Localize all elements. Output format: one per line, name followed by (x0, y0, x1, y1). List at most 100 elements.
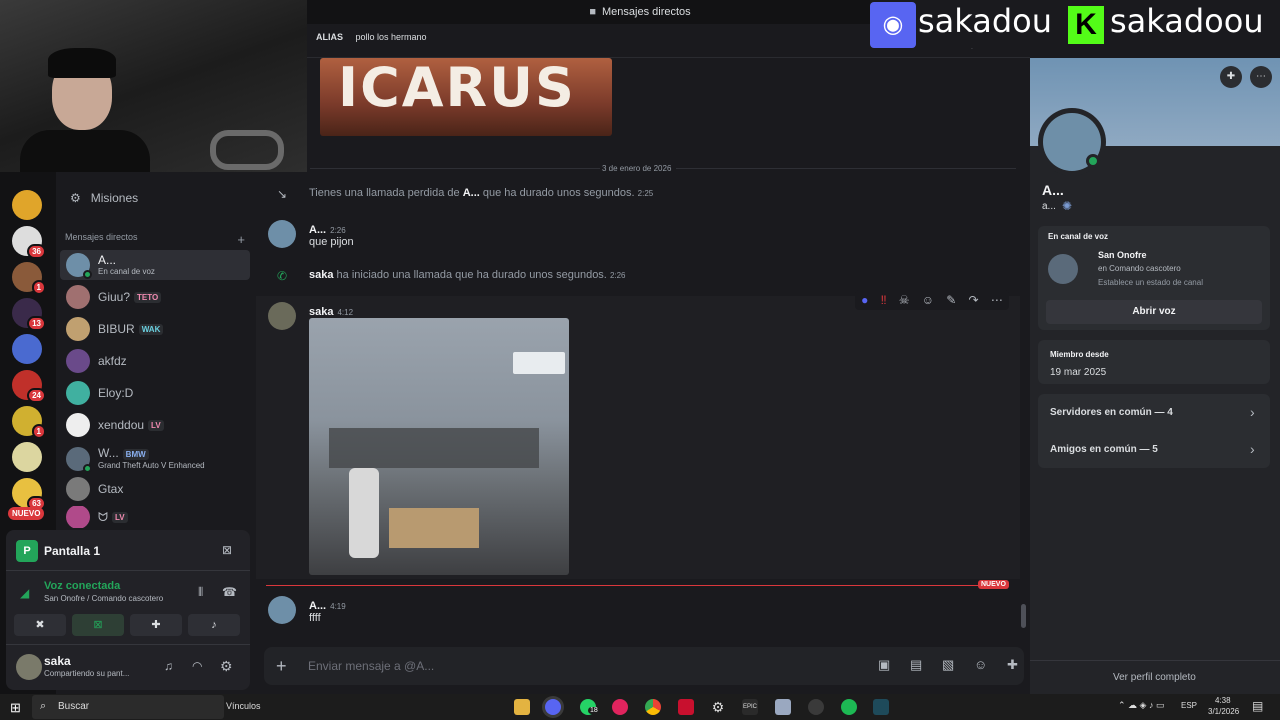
open-voice-button[interactable]: Abrir voz (1046, 300, 1262, 324)
more-icon[interactable]: ⋯ (1250, 66, 1272, 88)
air-conditioner (513, 352, 565, 374)
camera-off-button[interactable]: ✖ (14, 614, 66, 636)
message-input[interactable]: Enviar mensaje a @A... (308, 659, 434, 673)
game-launcher-icon[interactable] (678, 699, 694, 715)
voice-status-hint[interactable]: Establece un estado de canal (1098, 278, 1203, 287)
clock-time[interactable]: 4:38 (1215, 696, 1231, 705)
whatsapp-icon[interactable]: 18 (580, 699, 600, 715)
streamer-hair (48, 48, 116, 78)
divider (6, 644, 250, 645)
more-icon[interactable]: ⋯ (991, 293, 1003, 307)
activities-button[interactable]: ✚ (130, 614, 182, 636)
server-avatar (1048, 254, 1078, 284)
scrollbar[interactable] (1021, 604, 1026, 628)
server-icon[interactable] (12, 334, 42, 364)
sticker-icon[interactable]: ▧ (942, 657, 954, 673)
tray-icons[interactable]: ⌃ ☁ ◈ ♪ ▭ (1118, 700, 1164, 711)
add-attachment-icon[interactable]: + (276, 656, 287, 677)
caller-name[interactable]: A... (463, 187, 480, 199)
author-name[interactable]: A... (309, 600, 326, 612)
file-explorer-icon[interactable] (514, 699, 530, 715)
voice-status[interactable]: Voz conectada (44, 580, 120, 592)
dm-item[interactable]: Eloy:D (60, 378, 250, 408)
emoji-icon[interactable]: ☺ (974, 657, 987, 673)
alias-value[interactable]: pollo los hermano (356, 32, 427, 42)
dm-item[interactable]: BIBUR WAK (60, 314, 250, 344)
attached-photo[interactable] (309, 318, 569, 575)
server-icon[interactable]: 63 (12, 478, 46, 511)
apps-icon[interactable]: ✚ (1007, 657, 1018, 673)
add-friend-icon[interactable]: ✚ (1220, 66, 1242, 88)
gif-icon[interactable]: ▤ (910, 657, 922, 673)
dm-item[interactable]: Giuu? TETO (60, 282, 250, 312)
app-icon[interactable] (873, 699, 889, 715)
media-player-icon[interactable] (612, 699, 628, 715)
avatar (66, 506, 90, 528)
discord-app-icon[interactable] (545, 699, 561, 715)
chrome-icon[interactable] (645, 699, 661, 715)
app-icon[interactable] (775, 699, 791, 715)
windows-start-icon[interactable]: ⊞ (10, 700, 21, 716)
profile-name: A... (1042, 182, 1064, 198)
caller-name[interactable]: saka (309, 269, 333, 281)
user-name[interactable]: saka (44, 654, 71, 668)
server-icon[interactable]: 24 (12, 370, 46, 403)
microphone-icon[interactable]: ♫ (164, 659, 173, 673)
dm-name: Giuu? (98, 289, 131, 304)
clock-date[interactable]: 3/1/2026 (1208, 707, 1239, 716)
server-icon[interactable]: 1 (12, 406, 46, 439)
reaction-icon[interactable]: ● (861, 293, 868, 307)
dm-item[interactable]: akfdz (60, 346, 250, 376)
language-indicator[interactable]: ESP (1181, 701, 1197, 710)
settings-icon[interactable]: ⚙ (220, 658, 233, 675)
settings-app-icon[interactable]: ⚙ (710, 699, 726, 715)
epic-games-icon[interactable]: EPIC (742, 699, 758, 715)
server-icon[interactable] (12, 190, 42, 220)
view-full-profile-link[interactable]: Ver perfil completo (1113, 672, 1196, 683)
soundboard-button[interactable]: ♪ (188, 614, 240, 636)
server-icon[interactable]: 13 (12, 298, 46, 331)
edit-icon[interactable]: ✎ (946, 293, 956, 307)
missions-item[interactable]: ⚙ Misiones (62, 184, 250, 212)
server-icon[interactable] (12, 442, 42, 472)
voice-channel[interactable]: San Onofre / Comando cascotero (44, 594, 163, 603)
share-screen-button[interactable]: ⊠ (72, 614, 124, 636)
server-icon[interactable]: 36 (12, 226, 46, 259)
mutual-servers-row[interactable]: Servidores en común — 4 › (1038, 394, 1270, 431)
spotify-icon[interactable] (841, 699, 857, 715)
emoji-icon[interactable]: ☺ (922, 293, 934, 307)
avatar[interactable] (16, 654, 42, 680)
app-icon[interactable] (808, 699, 824, 715)
dm-name: xenddou (98, 417, 145, 432)
voice-server[interactable]: San Onofre (1098, 250, 1147, 260)
dm-item[interactable]: A... En canal de voz (60, 250, 250, 280)
links-toolbar[interactable]: Vínculos (226, 701, 261, 711)
noise-icon[interactable]: ⦀ (198, 585, 203, 600)
avatar[interactable] (268, 302, 296, 330)
forward-icon[interactable]: ↷ (969, 293, 979, 307)
add-dm-button[interactable]: + (237, 232, 245, 247)
exclamation-icon[interactable]: ‼ (881, 293, 887, 307)
dm-item[interactable]: Gtax (60, 474, 250, 504)
dm-item[interactable]: W... BMW Grand Theft Auto V Enhanced (60, 444, 250, 474)
server-icon[interactable]: 1 (12, 262, 46, 295)
screen-share-icon: P (16, 540, 38, 562)
divider (310, 168, 600, 169)
mutual-friends-row[interactable]: Amigos en común — 5 › (1038, 431, 1270, 468)
avatar[interactable] (268, 220, 296, 248)
game-image[interactable]: ICARUS (320, 58, 612, 136)
author-name[interactable]: A... (309, 224, 326, 236)
avatar[interactable] (268, 596, 296, 624)
gift-icon[interactable]: ▣ (878, 657, 890, 673)
notification-icon[interactable]: ▤ (1252, 699, 1263, 713)
author-name[interactable]: saka (309, 306, 333, 318)
search-box[interactable]: ⌕ Buscar (32, 695, 224, 719)
disconnect-icon[interactable]: ☎ (222, 585, 237, 599)
voice-channel[interactable]: en Comando cascotero (1098, 264, 1181, 273)
stop-stream-icon[interactable]: ⊠ (222, 543, 232, 557)
dm-item[interactable]: ᗢ LV (60, 506, 250, 528)
headphones-icon[interactable]: ◠ (192, 659, 202, 673)
dm-item[interactable]: xenddou LV (60, 410, 250, 440)
voice-card: En canal de voz San Onofre en Comando ca… (1038, 226, 1270, 330)
skull-icon[interactable]: ☠ (899, 293, 910, 307)
